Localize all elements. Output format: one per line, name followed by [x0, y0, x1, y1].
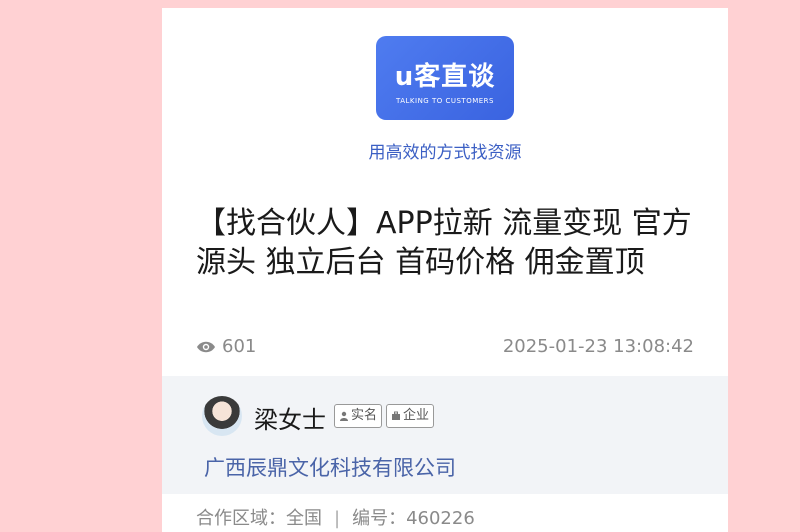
view-count-value: 601 — [222, 336, 257, 357]
author-name[interactable]: 梁女士 — [254, 400, 326, 435]
badge-enterprise: 企业 — [386, 404, 435, 428]
tagline: 用高效的方式找资源 — [368, 143, 522, 163]
details-separator: | — [334, 508, 341, 529]
id-value: 460226 — [406, 508, 475, 529]
post-date: 2025-01-23 13:08:42 — [502, 336, 694, 357]
briefcase-icon — [392, 411, 400, 420]
app-logo: u客直谈 TALKING TO CUSTOMERS — [376, 36, 514, 120]
avatar[interactable] — [202, 396, 242, 436]
post-details: 合作区域：全国 | 编号：460226 — [196, 504, 475, 530]
badge-enterprise-label: 企业 — [403, 408, 430, 423]
view-count: 601 — [196, 336, 256, 357]
company-name[interactable]: 广西辰鼎文化科技有限公司 — [204, 452, 456, 482]
post-title: 【找合伙人】APP拉新 流量变现 官方源头 独立后台 首码价格 佣金置顶 — [196, 206, 692, 280]
eye-icon — [197, 341, 215, 352]
author-section: 梁女士 实名 企业 广西辰鼎文化科技有限公司 — [162, 376, 728, 494]
post-card: u客直谈 TALKING TO CUSTOMERS 用高效的方式找资源 【找合伙… — [162, 8, 728, 532]
id-label: 编号： — [352, 508, 407, 529]
badge-verified-label: 实名 — [351, 408, 378, 423]
region-label: 合作区域： — [196, 508, 286, 529]
badge-verified: 实名 — [334, 404, 383, 428]
person-icon — [340, 411, 348, 421]
logo-text: u客直谈 — [394, 62, 496, 92]
logo-subtitle: TALKING TO CUSTOMERS — [396, 97, 494, 105]
region-value: 全国 — [286, 508, 322, 529]
